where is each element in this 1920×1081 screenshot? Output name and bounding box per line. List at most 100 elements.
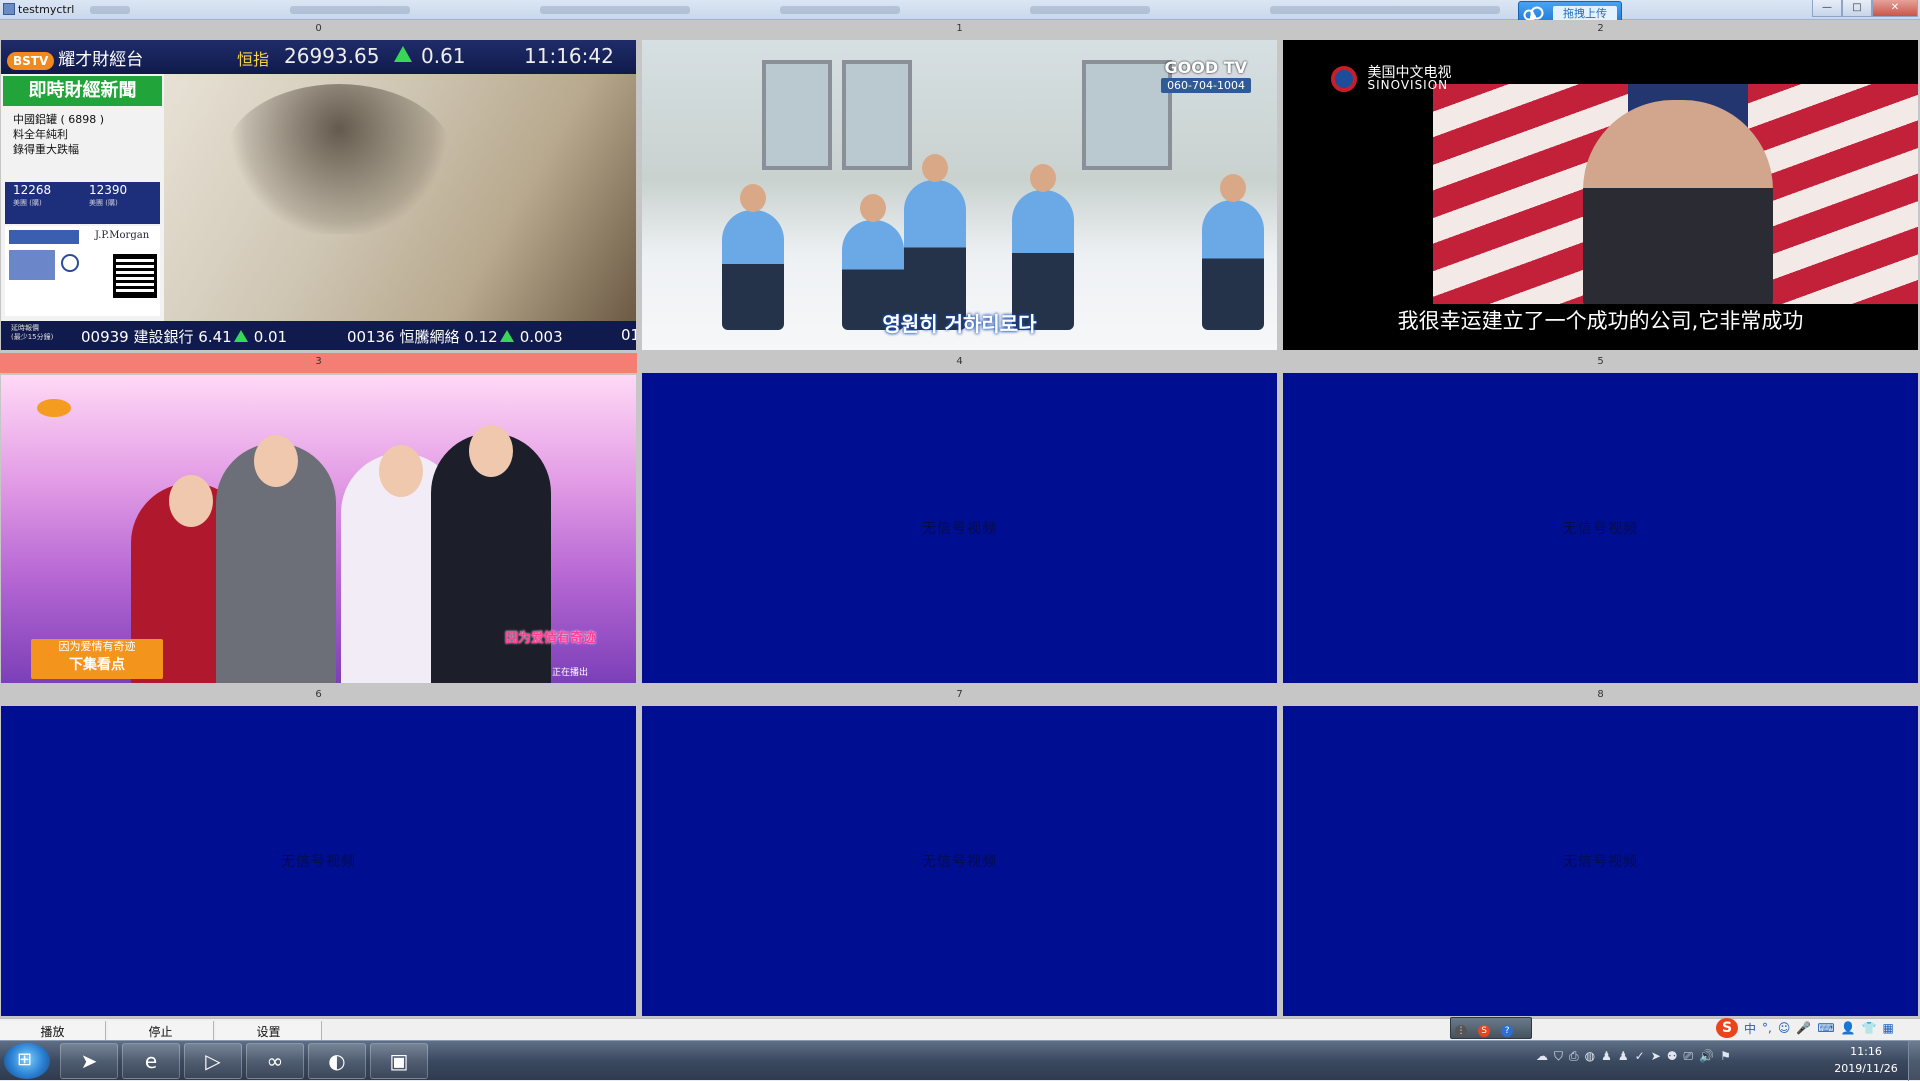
qr-code-icon xyxy=(113,254,157,298)
minimize-button[interactable]: — xyxy=(1812,0,1842,17)
clock-date: 2019/11/26 xyxy=(1834,1062,1898,1075)
channel-cell-8[interactable]: 8 无信号视频 xyxy=(1282,686,1919,1018)
quote-item: 12390 美團 (購) xyxy=(89,184,127,210)
channel-index-2: 2 xyxy=(1282,20,1919,40)
video-empty[interactable]: 无信号视频 xyxy=(1283,373,1918,683)
ad-logo-icon xyxy=(61,254,79,272)
window-title: testmyctrl xyxy=(18,3,75,16)
quote-name: 美團 (購) xyxy=(89,199,118,207)
taskbar-clock[interactable]: 11:16 2019/11/26 xyxy=(1826,1043,1906,1077)
skin-shirt-icon[interactable]: 👕 xyxy=(1862,1021,1877,1035)
ad-block xyxy=(9,230,79,244)
channel-cell-0[interactable]: 0 BSTV 耀才財經台 恒指 26993.65 0.61 11:16:42 即時… xyxy=(0,20,637,352)
visual-studio-icon[interactable]: ▷ xyxy=(184,1043,242,1079)
ticker-label-line: 延時報價 xyxy=(11,324,39,332)
ticker-label: 延時報價 (最少15分鐘) xyxy=(11,324,53,342)
ie-icon[interactable]: e xyxy=(122,1043,180,1079)
finance-topbar: BSTV 耀才財經台 恒指 26993.65 0.61 11:16:42 xyxy=(1,40,636,74)
ad-block xyxy=(9,250,55,280)
grid-menu-icon[interactable]: ▦ xyxy=(1883,1021,1894,1035)
channel-cell-2[interactable]: 2 美国中文电视 SINOVISION 我很幸运建立了一个成功的公司,它非常成功 xyxy=(1282,20,1919,352)
channel-cell-3[interactable]: 3 因为爱情有奇迹 下集看点 因为爱情有奇迹 正在播出 xyxy=(0,353,637,685)
ticker-item: 00939 建設銀行 6.41 0.01 xyxy=(81,326,287,347)
punctuation-icon[interactable]: °, xyxy=(1762,1021,1772,1035)
channel-cell-1[interactable]: 1 GOOD TV 060-704-1004 영원히 거하리로다 xyxy=(641,20,1278,352)
stock-ticker: 延時報價 (最少15分鐘) 00939 建設銀行 6.41 0.01 00136 … xyxy=(1,321,636,350)
tray-security-icon[interactable]: ✓ xyxy=(1635,1049,1645,1064)
qq-browser-icon[interactable]: ➤ xyxy=(60,1043,118,1079)
tray-globe-icon[interactable]: ◍ xyxy=(1585,1049,1595,1064)
video-music[interactable]: GOOD TV 060-704-1004 영원히 거하리로다 xyxy=(642,40,1277,350)
media-player-icon[interactable]: ◐ xyxy=(308,1043,366,1079)
video-empty[interactable]: 无信号视频 xyxy=(1283,706,1918,1016)
music-subtitle: 영원히 거하리로다 xyxy=(882,312,1037,336)
video-empty[interactable]: 无信号视频 xyxy=(642,373,1277,683)
ticker-name: 恒騰網絡 xyxy=(399,328,460,346)
finance-channel-name: 耀才財經台 xyxy=(58,50,144,70)
show-desktop-button[interactable] xyxy=(1908,1041,1920,1081)
close-button[interactable]: ✕ xyxy=(1872,0,1918,17)
finance-clock: 11:16:42 xyxy=(524,44,614,68)
ticker-code: 00939 xyxy=(81,328,129,346)
flag-icon[interactable]: ⚑ xyxy=(1720,1049,1731,1064)
video-empty[interactable]: 无信号视频 xyxy=(642,706,1277,1016)
ime-grip-icon[interactable]: ⋮ xyxy=(1455,1025,1467,1037)
sogou-logo-icon[interactable]: S xyxy=(1716,1018,1738,1038)
video-drama[interactable]: 因为爱情有奇迹 下集看点 因为爱情有奇迹 正在播出 xyxy=(1,375,636,683)
news-line: 中國鋁罐 ( 6898 ) xyxy=(13,113,105,126)
maximize-button[interactable]: □ xyxy=(1842,0,1872,17)
tray-qq-icon[interactable]: ♟ xyxy=(1618,1049,1629,1064)
video-finance[interactable]: BSTV 耀才財經台 恒指 26993.65 0.61 11:16:42 即時財經… xyxy=(1,40,636,350)
studio-window xyxy=(762,60,832,170)
hunan-tv-logo-icon xyxy=(37,399,71,417)
channel-cell-7[interactable]: 7 无信号视频 xyxy=(641,686,1278,1018)
goodtv-logo: GOOD TV xyxy=(1164,58,1247,77)
quote-value: 12268 xyxy=(13,183,52,197)
ime-float-toolbar[interactable]: ⋮ S ? ▾ xyxy=(1450,1017,1532,1055)
user-icon[interactable]: 👤 xyxy=(1841,1021,1856,1035)
volume-icon[interactable]: 🔊 xyxy=(1699,1049,1714,1064)
tray-qq-icon[interactable]: ♟ xyxy=(1601,1049,1612,1064)
tray-user-icon[interactable]: ⚉ xyxy=(1667,1049,1678,1064)
channel-cell-6[interactable]: 6 无信号视频 xyxy=(0,686,637,1018)
drama-title-logo: 因为爱情有奇迹 xyxy=(504,631,596,646)
quote-value: 12390 xyxy=(89,183,128,197)
tray-shield-icon[interactable]: ⛉ xyxy=(1554,1049,1563,1064)
tray-arrow-icon[interactable]: ➤ xyxy=(1651,1049,1661,1064)
ime-mode[interactable]: 中 xyxy=(1744,1020,1756,1037)
ticker-item: 00136 恒騰網絡 0.12 0.003 xyxy=(347,326,563,347)
channel-cell-5[interactable]: 5 无信号视频 xyxy=(1282,353,1919,685)
control-bar: 播放 停止 设置 xyxy=(0,1018,1920,1043)
no-signal-text: 无信号视频 xyxy=(281,854,356,870)
tray-cloud-icon[interactable]: ☁ xyxy=(1536,1049,1548,1064)
microphone-icon[interactable]: 🎤 xyxy=(1796,1021,1811,1035)
up-arrow-icon xyxy=(394,46,412,62)
finance-side-panel: 即時財經新聞 中國鋁罐 ( 6898 ) 料全年純利 錄得重大跌幅 12268 … xyxy=(1,74,164,321)
taskbar: ➤ e ▷ ∞ ◐ ▣ ☁ ⛉ ⎙ ◍ ♟ ♟ ✓ ➤ ⚉ ⎚ 🔊 ⚑ 11:1… xyxy=(0,1040,1920,1081)
next-episode-banner: 因为爱情有奇迹 下集看点 xyxy=(31,639,163,679)
ticker-change: 0.003 xyxy=(519,328,563,346)
video-grid: 0 BSTV 耀才財經台 恒指 26993.65 0.61 11:16:42 即時… xyxy=(0,20,1920,1018)
office-icon[interactable]: ▣ xyxy=(370,1043,428,1079)
start-button[interactable] xyxy=(4,1043,50,1079)
infinity-icon[interactable]: ∞ xyxy=(246,1043,304,1079)
quote-item: 12268 美團 (購) xyxy=(13,184,51,210)
banner-line-2: 下集看点 xyxy=(69,657,125,673)
background-window-ghost xyxy=(540,6,690,14)
emoji-icon[interactable]: ☺ xyxy=(1778,1021,1791,1035)
channel-index-8: 8 xyxy=(1282,686,1919,706)
ticker-price: 6.41 xyxy=(198,328,232,346)
sogou-s-icon[interactable]: S xyxy=(1478,1025,1491,1037)
goodtv-phone: 060-704-1004 xyxy=(1161,78,1251,93)
hsi-label: 恒指 xyxy=(237,50,270,69)
video-empty[interactable]: 无信号视频 xyxy=(1,706,636,1016)
window-controls: — □ ✕ xyxy=(1812,0,1918,17)
channel-index-3: 3 xyxy=(0,353,637,373)
ticker-price: 0.12 xyxy=(464,328,498,346)
help-icon[interactable]: ? xyxy=(1501,1025,1514,1037)
network-icon[interactable]: ⎚ xyxy=(1684,1049,1694,1064)
tray-printer-icon[interactable]: ⎙ xyxy=(1569,1049,1579,1064)
channel-cell-4[interactable]: 4 无信号视频 xyxy=(641,353,1278,685)
keyboard-icon[interactable]: ⌨ xyxy=(1817,1021,1834,1035)
video-news[interactable]: 美国中文电视 SINOVISION 我很幸运建立了一个成功的公司,它非常成功 xyxy=(1283,40,1918,350)
